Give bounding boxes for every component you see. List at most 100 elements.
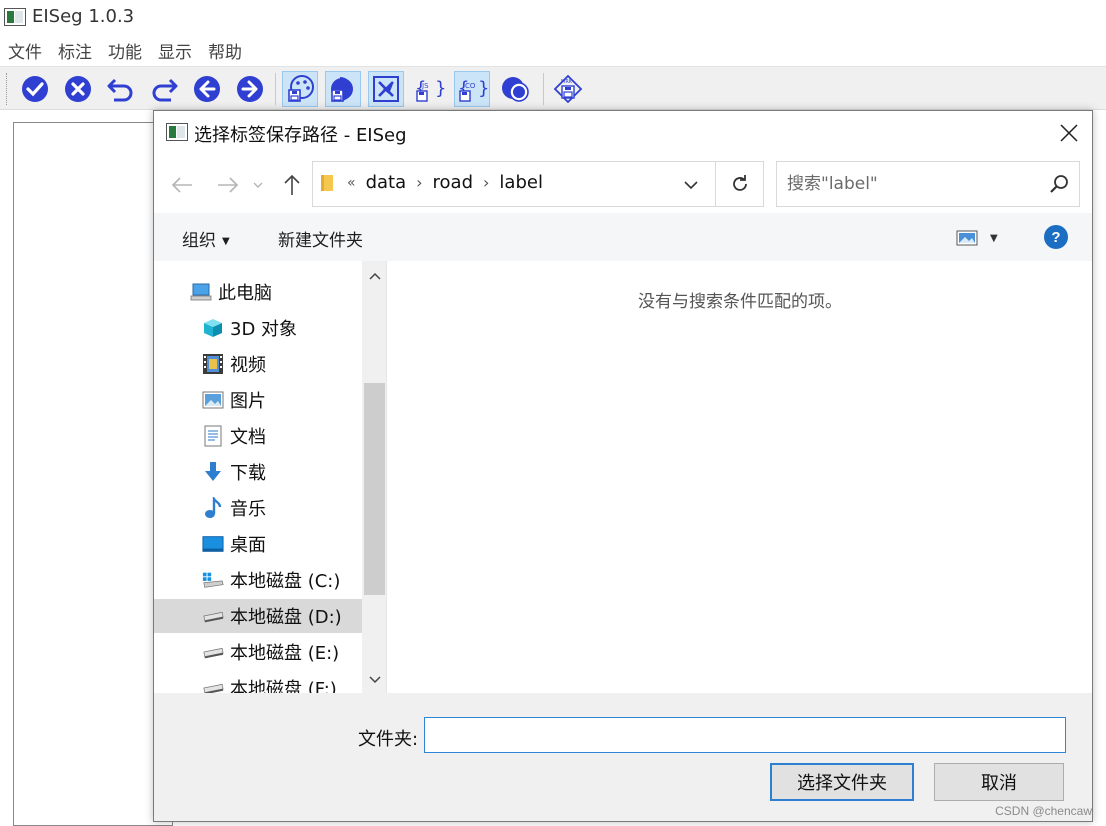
- tree-item-label: 本地磁盘 (E:): [230, 643, 340, 664]
- save-coco-button[interactable]: {}CO: [454, 71, 490, 107]
- arrow-left-icon: [171, 177, 192, 193]
- folder-icon: [321, 175, 333, 191]
- save-pseudo-color-button[interactable]: [282, 71, 318, 107]
- organize-label: 组织: [182, 231, 216, 251]
- folder-input[interactable]: [424, 717, 1066, 753]
- search-icon[interactable]: [1049, 174, 1069, 194]
- tree-item-3d-objects[interactable]: 3D 对象: [154, 311, 362, 345]
- next-image-button[interactable]: [232, 71, 268, 107]
- tree-item-label: 图片: [230, 391, 266, 412]
- tree-item-label: 本地磁盘 (F:): [230, 679, 337, 693]
- app-titlebar: EISeg 1.0.3: [0, 0, 1106, 34]
- help-icon: ?: [1051, 228, 1061, 246]
- select-folder-dialog: 选择标签保存路径 - EISeg « data › road › label 搜…: [153, 110, 1093, 822]
- dialog-footer: 文件夹: 选择文件夹 取消: [154, 693, 1092, 821]
- up-button[interactable]: [278, 171, 306, 199]
- breadcrumb-item-data[interactable]: data: [366, 172, 407, 193]
- forward-button[interactable]: [214, 171, 242, 199]
- tree-item-drive-f[interactable]: 本地磁盘 (F:): [154, 671, 362, 693]
- arrow-up-icon: [284, 174, 300, 195]
- save-cutout-button[interactable]: [368, 71, 404, 107]
- chevron-right-icon[interactable]: ›: [416, 173, 422, 192]
- tree-item-drive-e[interactable]: 本地磁盘 (E:): [154, 635, 362, 669]
- breadcrumb-overflow-icon[interactable]: «: [347, 175, 356, 191]
- breadcrumb-item-label[interactable]: label: [499, 172, 543, 193]
- caret-down-icon: ▼: [222, 235, 230, 247]
- tree-item-label: 本地磁盘 (C:): [230, 571, 341, 592]
- recent-locations-button[interactable]: [250, 171, 266, 199]
- toolbar: {}JS {}CO MRK: [0, 66, 1106, 110]
- tree-item-drive-d[interactable]: 本地磁盘 (D:): [154, 599, 362, 633]
- caret-down-icon: ▼: [990, 232, 998, 244]
- image-canvas[interactable]: [13, 122, 173, 826]
- drive-icon: [202, 605, 224, 627]
- scrollbar-thumb[interactable]: [364, 383, 385, 595]
- tree-item-label: 文档: [230, 427, 266, 448]
- toolbar-grip[interactable]: [6, 73, 8, 105]
- menu-annotate[interactable]: 标注: [50, 36, 100, 64]
- tree-item-drive-c[interactable]: 本地磁盘 (C:): [154, 563, 362, 597]
- menu-display[interactable]: 显示: [150, 36, 200, 64]
- chevron-right-icon[interactable]: ›: [483, 173, 489, 192]
- finish-button[interactable]: [17, 71, 53, 107]
- tree-item-label: 下载: [230, 463, 266, 484]
- empty-message: 没有与搜索条件匹配的项。: [638, 292, 842, 312]
- dialog-app-icon: [166, 123, 188, 141]
- toolbar-separator: [543, 73, 544, 105]
- drive-icon: [202, 677, 224, 693]
- tree-item-downloads[interactable]: 下载: [154, 455, 362, 489]
- prev-image-icon: [194, 76, 220, 102]
- redo-button[interactable]: [146, 71, 182, 107]
- videos-icon: [202, 353, 224, 375]
- menu-help[interactable]: 帮助: [200, 36, 250, 64]
- documents-icon: [202, 425, 224, 447]
- scroll-up-button[interactable]: [362, 265, 387, 287]
- new-folder-button[interactable]: 新建文件夹: [278, 226, 363, 251]
- scroll-down-button[interactable]: [362, 669, 387, 691]
- tree-item-documents[interactable]: 文档: [154, 419, 362, 453]
- navigation-scrollbar[interactable]: [362, 261, 387, 693]
- prev-image-button[interactable]: [189, 71, 225, 107]
- file-list-pane[interactable]: 没有与搜索条件匹配的项。: [388, 261, 1092, 693]
- dialog-titlebar[interactable]: 选择标签保存路径 - EISeg: [154, 111, 1092, 155]
- desktop-icon: [202, 533, 224, 555]
- address-bar[interactable]: « data › road › label: [312, 161, 764, 207]
- address-dropdown-button[interactable]: [679, 174, 703, 196]
- save-mrk-button[interactable]: MRK: [550, 71, 586, 107]
- close-button[interactable]: [1052, 117, 1086, 149]
- back-button[interactable]: [168, 171, 196, 199]
- menu-function[interactable]: 功能: [100, 36, 150, 64]
- search-input[interactable]: [777, 162, 1037, 206]
- tree-item-videos[interactable]: 视频: [154, 347, 362, 381]
- save-pseudo-color-icon: [288, 75, 314, 102]
- save-mask-icon: [331, 77, 353, 102]
- chevron-down-icon: [253, 182, 263, 188]
- organize-button[interactable]: 组织 ▼: [182, 226, 230, 251]
- undo-icon: [107, 78, 133, 102]
- save-coco-icon: {}CO: [458, 78, 488, 102]
- dialog-title: 选择标签保存路径 - EISeg: [194, 125, 407, 146]
- view-icon: [956, 230, 978, 246]
- clear-button[interactable]: [60, 71, 96, 107]
- refresh-icon: [732, 175, 747, 191]
- breadcrumb-item-road[interactable]: road: [433, 172, 473, 193]
- undo-button[interactable]: [103, 71, 139, 107]
- chevron-up-icon: [368, 272, 381, 280]
- save-cutout-icon: [373, 76, 399, 102]
- clear-icon: [65, 76, 91, 102]
- tree-item-pictures[interactable]: 图片: [154, 383, 362, 417]
- cancel-button[interactable]: 取消: [934, 763, 1064, 801]
- use-threshold-button[interactable]: [497, 71, 533, 107]
- tree-item-desktop[interactable]: 桌面: [154, 527, 362, 561]
- tree-item-this-pc[interactable]: 此电脑: [154, 275, 362, 309]
- select-folder-button[interactable]: 选择文件夹: [770, 763, 914, 801]
- menu-file[interactable]: 文件: [0, 36, 50, 64]
- folder-label: 文件夹:: [358, 729, 419, 750]
- refresh-button[interactable]: [715, 162, 763, 206]
- help-button[interactable]: ?: [1044, 225, 1068, 249]
- app-title: EISeg 1.0.3: [32, 6, 135, 27]
- save-mask-button[interactable]: [325, 71, 361, 107]
- save-json-button[interactable]: {}JS: [411, 71, 447, 107]
- tree-item-music[interactable]: 音乐: [154, 491, 362, 525]
- change-view-button[interactable]: ▼: [956, 227, 1008, 249]
